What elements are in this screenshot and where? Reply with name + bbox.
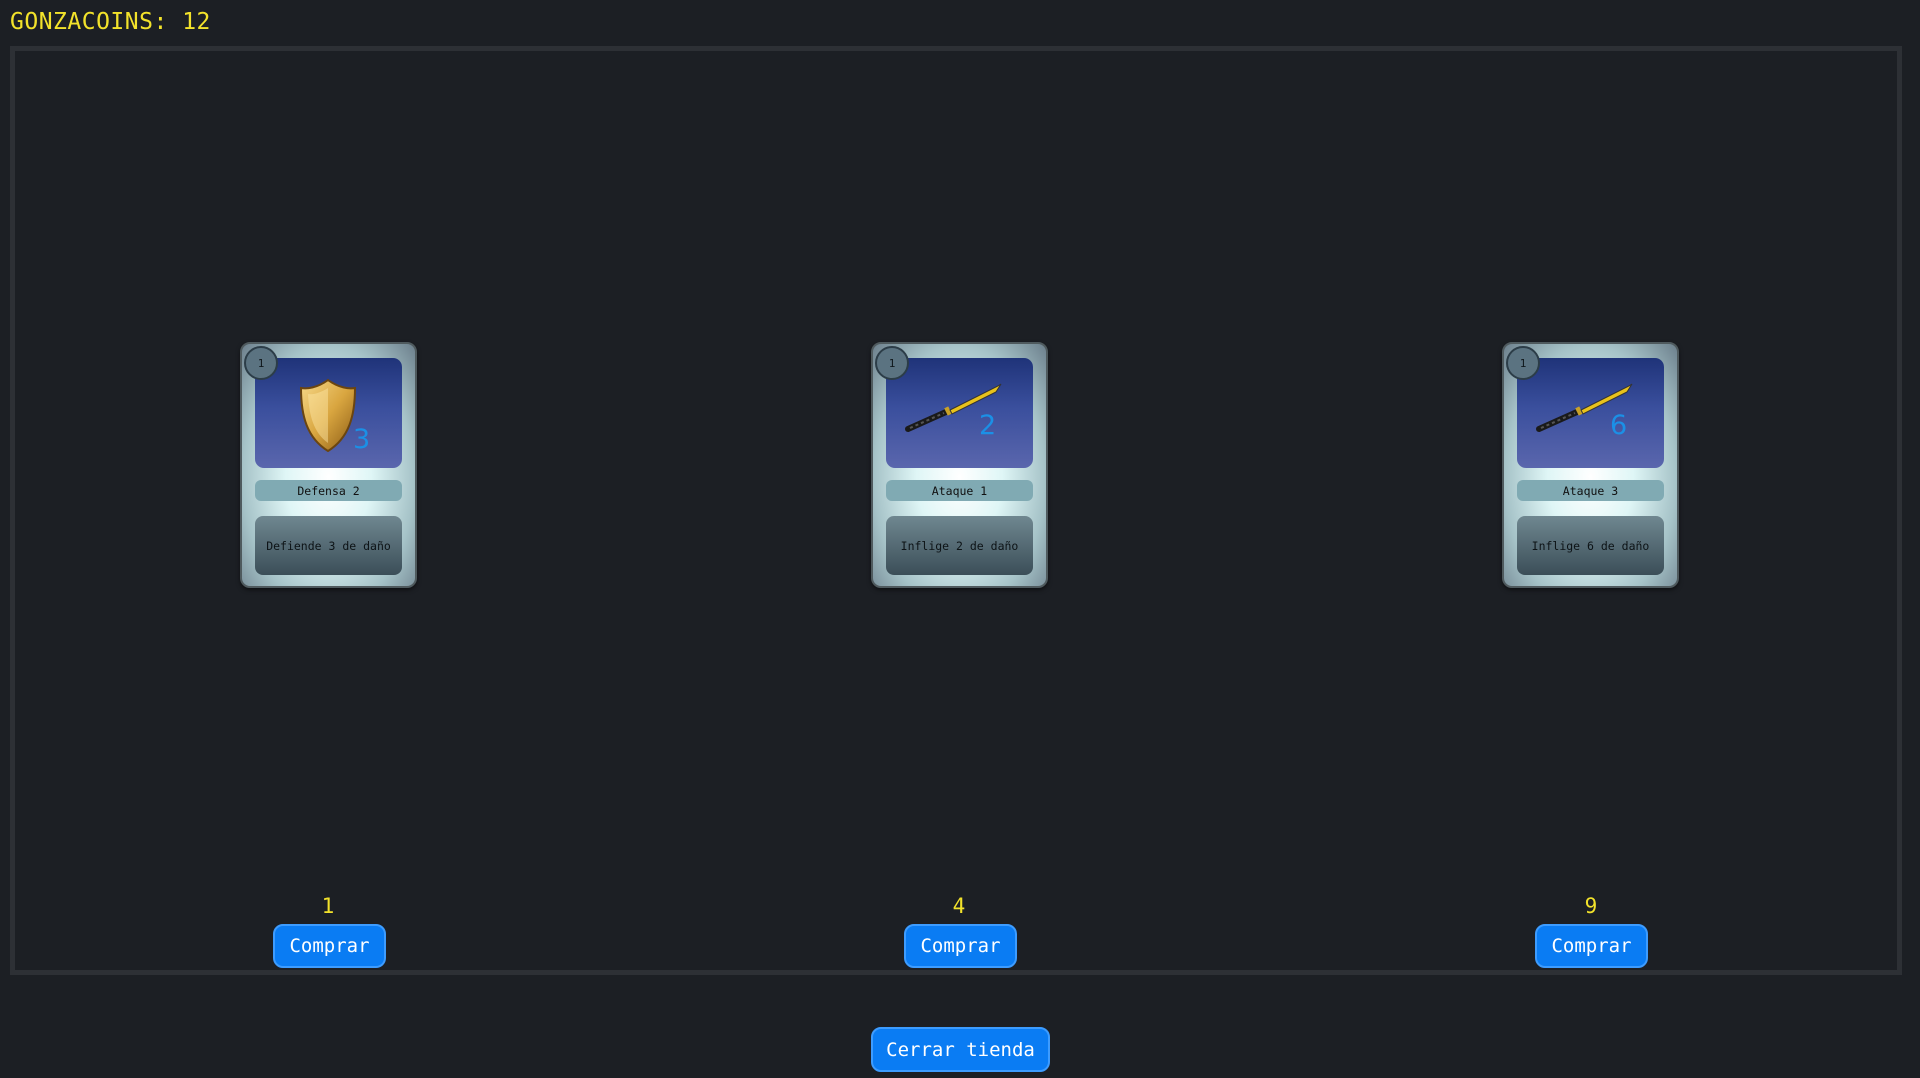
card-art: 3 (255, 358, 402, 468)
shield-icon (299, 378, 357, 453)
card-name: Defensa 2 (255, 480, 402, 501)
card-description: Inflige 6 de daño (1517, 516, 1664, 575)
coins-value: 12 (182, 9, 211, 35)
card-value: 3 (353, 424, 371, 455)
buy-button-ataque-1[interactable]: Comprar (904, 924, 1017, 968)
card-value: 2 (979, 410, 997, 441)
card-description: Inflige 2 de daño (886, 516, 1033, 575)
item-price: 1 (321, 894, 335, 918)
shop-card-ataque-1[interactable]: 2 1 Ataque 1 Inflige 2 de daño (871, 342, 1048, 588)
cost-badge: 1 (875, 346, 909, 380)
cost-badge: 1 (1506, 346, 1540, 380)
buy-button-defensa-2[interactable]: Comprar (273, 924, 386, 968)
buy-button-ataque-3[interactable]: Comprar (1535, 924, 1648, 968)
cost-badge: 1 (244, 346, 278, 380)
sword-icon (905, 383, 1002, 432)
coins-counter: GONZACOINS: 12 (10, 9, 211, 35)
card-art: 2 (886, 358, 1033, 468)
card-value: 6 (1610, 410, 1628, 441)
card-description: Defiende 3 de daño (255, 516, 402, 575)
item-price: 4 (952, 894, 966, 918)
coins-label: GONZACOINS: (10, 9, 168, 35)
close-shop-button[interactable]: Cerrar tienda (871, 1027, 1050, 1072)
shop-card-ataque-3[interactable]: 6 1 Ataque 3 Inflige 6 de daño (1502, 342, 1679, 588)
sword-icon (1536, 383, 1633, 432)
card-name: Ataque 1 (886, 480, 1033, 501)
item-price: 9 (1584, 894, 1598, 918)
card-name: Ataque 3 (1517, 480, 1664, 501)
shop-card-defensa-2[interactable]: 3 1 Defensa 2 Defiende 3 de daño (240, 342, 417, 588)
card-art: 6 (1517, 358, 1664, 468)
